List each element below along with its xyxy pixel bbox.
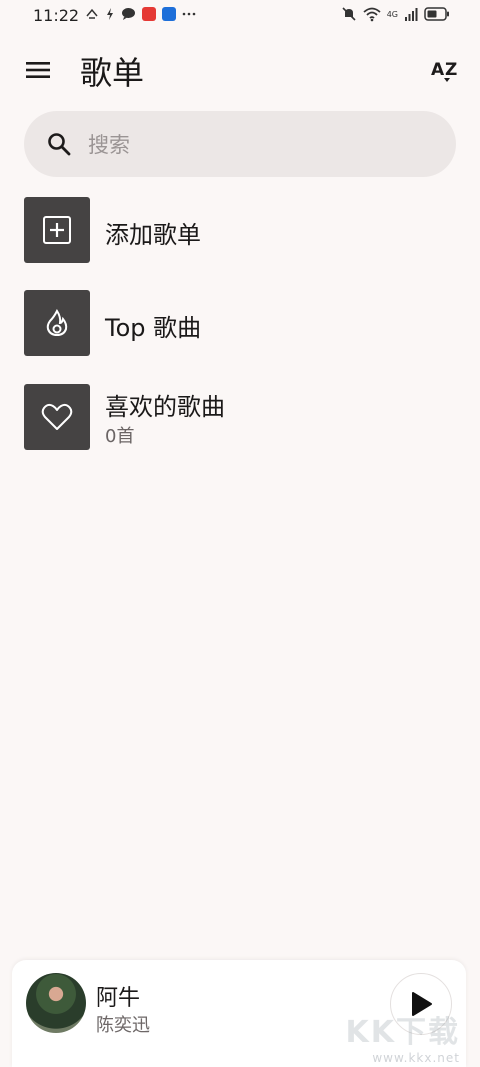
app-icon [162,7,176,21]
playlist-song-count: 0首 [105,426,135,447]
list-item-liked-songs[interactable]: 喜欢的歌曲 0首 [0,384,480,452]
menu-icon [26,62,50,78]
list-item-add-playlist[interactable]: 添加歌单 [0,197,480,265]
search-bar[interactable] [24,111,456,177]
status-time: 11:22 [33,6,80,25]
playlist-tile [24,384,90,450]
page-title: 歌单 [80,54,145,92]
flame-icon [46,309,68,337]
mute-icon [342,7,356,21]
news-app-icon [142,7,156,21]
search-input[interactable] [86,123,430,167]
svg-text:A: A [431,60,445,80]
search-icon [48,133,71,156]
notification-icons [85,7,196,21]
playlist-title: Top 歌曲 [105,314,202,342]
bolt-icon [107,8,113,20]
status-bar: 11:22 4G [0,0,480,32]
watermark-url: www.kkx.net [372,1051,460,1065]
now-playing-artist: 陈奕迅 [96,1015,150,1036]
playlist-title: 添加歌单 [105,221,201,249]
mini-player[interactable]: 阿牛 陈奕迅 KK下载 www.kkx.net [12,960,466,1067]
playlist-tile [24,197,90,263]
add-box-icon [43,216,71,244]
network-type: 4G [386,9,398,19]
more-icon [182,12,196,16]
sort-az-icon: A Z [431,60,457,82]
album-cover [26,973,86,1033]
silent-icon [86,8,98,19]
menu-button[interactable] [24,56,52,84]
playlist-title: 喜欢的歌曲 [105,393,225,421]
play-button[interactable] [390,973,452,1035]
battery-icon [424,7,449,21]
chat-icon [122,8,135,20]
heart-icon [41,403,73,430]
now-playing-title: 阿牛 [96,986,141,1011]
signal-icon [405,8,418,21]
wifi-icon [363,7,381,22]
svg-text:Z: Z [445,60,457,80]
sort-button[interactable]: A Z [430,54,462,86]
play-icon [412,992,432,1016]
list-item-top-songs[interactable]: Top 歌曲 [0,290,480,358]
app-header: 歌单 A Z [0,42,480,98]
playlist-tile [24,290,90,356]
system-icons: 4G [341,6,450,22]
